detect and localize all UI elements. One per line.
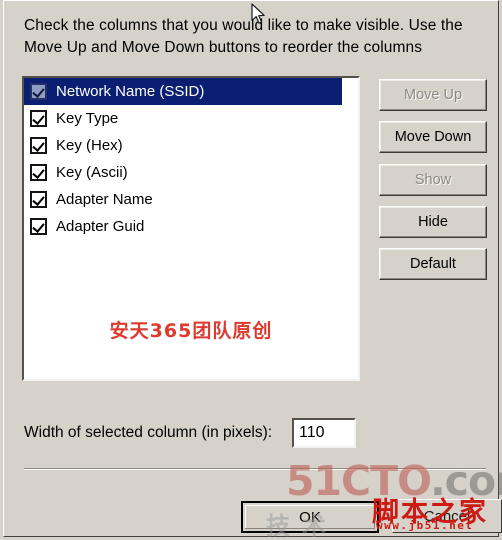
move-up-button[interactable]: Move Up xyxy=(379,79,487,111)
checkbox-checked-icon[interactable] xyxy=(30,110,47,127)
list-item-label: Adapter Guid xyxy=(56,218,145,235)
move-up-label: Move Up xyxy=(403,87,463,103)
hide-button[interactable]: Hide xyxy=(379,206,487,238)
list-item-label: Key (Hex) xyxy=(56,137,123,154)
instructions-line-2: Move Up and Move Down buttons to reorder… xyxy=(24,39,423,56)
checkbox-checked-icon[interactable] xyxy=(30,164,47,181)
ok-label: OK xyxy=(245,505,375,529)
show-label: Show xyxy=(414,172,452,188)
watermark-51cto-name: 51CTO xyxy=(286,457,431,505)
list-item-label: Key (Ascii) xyxy=(56,164,128,181)
cancel-label: Cancel xyxy=(423,507,471,525)
hide-label: Hide xyxy=(418,214,448,230)
horizontal-separator xyxy=(24,468,486,470)
screen: Check the columns that you would like to… xyxy=(0,0,502,540)
columns-listbox[interactable]: Network Name (SSID) Key Type Key (Hex) K… xyxy=(22,76,360,381)
list-item[interactable]: Key Type xyxy=(24,105,358,132)
list-item[interactable]: Adapter Guid xyxy=(24,213,358,240)
width-field-label: Width of selected column (in pixels): xyxy=(24,424,273,441)
width-input[interactable] xyxy=(292,418,356,448)
checkbox-checked-icon[interactable] xyxy=(30,137,47,154)
checkbox-checked-icon[interactable] xyxy=(30,218,47,235)
default-button[interactable]: Default xyxy=(379,248,487,280)
list-item[interactable]: Key (Ascii) xyxy=(24,159,358,186)
checkbox-checked-icon[interactable] xyxy=(30,191,47,208)
list-item[interactable]: Adapter Name xyxy=(24,186,358,213)
move-down-label: Move Down xyxy=(394,129,472,145)
default-label: Default xyxy=(410,256,456,272)
instructions-line-1: Check the columns that you would like to… xyxy=(24,17,463,34)
list-item-label: Network Name (SSID) xyxy=(56,83,205,100)
watermark-anzhi365: 安天365团队原创 xyxy=(109,320,273,342)
watermark-51cto: 51CTO.com xyxy=(286,457,502,505)
choose-columns-dialog: Check the columns that you would like to… xyxy=(3,0,502,540)
list-item[interactable]: Network Name (SSID) xyxy=(24,78,342,105)
show-button[interactable]: Show xyxy=(379,164,487,196)
checkbox-checked-icon[interactable] xyxy=(30,83,47,100)
cancel-button[interactable]: Cancel xyxy=(392,499,502,533)
move-down-button[interactable]: Move Down xyxy=(379,121,487,153)
watermark-51cto-domain: .com xyxy=(430,457,502,505)
list-item-label: Key Type xyxy=(56,110,119,127)
list-item-label: Adapter Name xyxy=(56,191,153,208)
instructions-text: Check the columns that you would like to… xyxy=(24,15,489,59)
list-item[interactable]: Key (Hex) xyxy=(24,132,358,159)
ok-button[interactable]: OK xyxy=(241,501,379,533)
